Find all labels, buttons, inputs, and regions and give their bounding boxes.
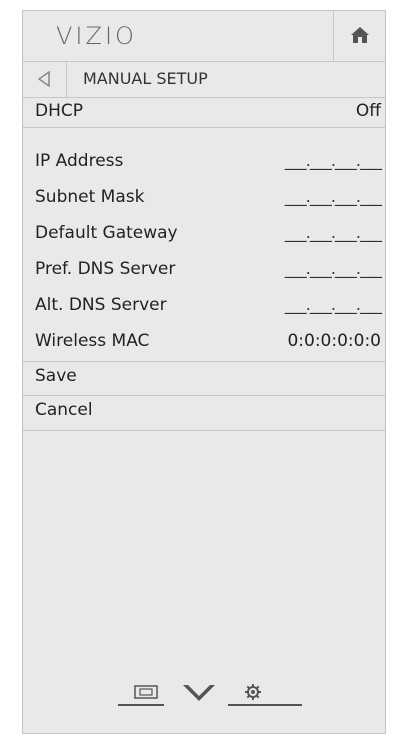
wireless-mac-row: Wireless MAC 0:0:0:0:0:0 <box>23 327 385 362</box>
pref-dns-row[interactable]: Pref. DNS Server ___.___.___.___ <box>23 255 385 285</box>
pref-dns-label: Pref. DNS Server <box>35 259 176 279</box>
subnet-mask-label: Subnet Mask <box>35 187 145 207</box>
ip-address-row[interactable]: IP Address ___.___.___.___ <box>23 147 385 177</box>
wireless-mac-label: Wireless MAC <box>35 331 150 351</box>
default-gateway-value[interactable]: ___.___.___.___ <box>285 223 382 242</box>
pref-dns-value[interactable]: ___.___.___.___ <box>285 259 382 278</box>
alt-dns-row[interactable]: Alt. DNS Server ___.___.___.___ <box>23 291 385 321</box>
default-gateway-row[interactable]: Default Gateway ___.___.___.___ <box>23 219 385 249</box>
ip-address-label: IP Address <box>35 151 124 171</box>
subnet-mask-value[interactable]: ___.___.___.___ <box>285 187 382 206</box>
cancel-label: Cancel <box>35 400 93 420</box>
title-bar: MANUAL SETUP <box>23 61 385 98</box>
input-icon[interactable] <box>134 685 158 699</box>
nav-underline <box>118 704 164 706</box>
cancel-button[interactable]: Cancel <box>23 396 385 431</box>
chevron-down-icon[interactable] <box>182 683 216 703</box>
default-gateway-label: Default Gateway <box>35 223 178 243</box>
dhcp-row[interactable]: DHCP Off <box>23 97 385 128</box>
alt-dns-value[interactable]: ___.___.___.___ <box>285 295 382 314</box>
subnet-mask-row[interactable]: Subnet Mask ___.___.___.___ <box>23 183 385 213</box>
save-label: Save <box>35 366 77 386</box>
save-button[interactable]: Save <box>23 362 385 396</box>
alt-dns-label: Alt. DNS Server <box>35 295 167 315</box>
dhcp-label: DHCP <box>35 101 83 121</box>
home-icon <box>351 27 369 43</box>
back-button[interactable] <box>23 61 67 97</box>
header: VIZIO <box>23 11 385 62</box>
home-button[interactable] <box>333 11 385 61</box>
page-title: MANUAL SETUP <box>83 69 208 88</box>
back-arrow-icon <box>37 71 50 87</box>
gear-icon[interactable] <box>244 683 262 701</box>
settings-panel: VIZIO MANUAL SETUP DHCP Off IP Address _… <box>22 10 386 734</box>
dhcp-value: Off <box>355 101 381 121</box>
ip-address-value[interactable]: ___.___.___.___ <box>285 151 382 170</box>
vizio-logo: VIZIO <box>56 22 137 50</box>
nav-underline <box>228 704 302 706</box>
wireless-mac-value: 0:0:0:0:0:0 <box>287 331 381 351</box>
bottom-nav <box>118 671 302 706</box>
